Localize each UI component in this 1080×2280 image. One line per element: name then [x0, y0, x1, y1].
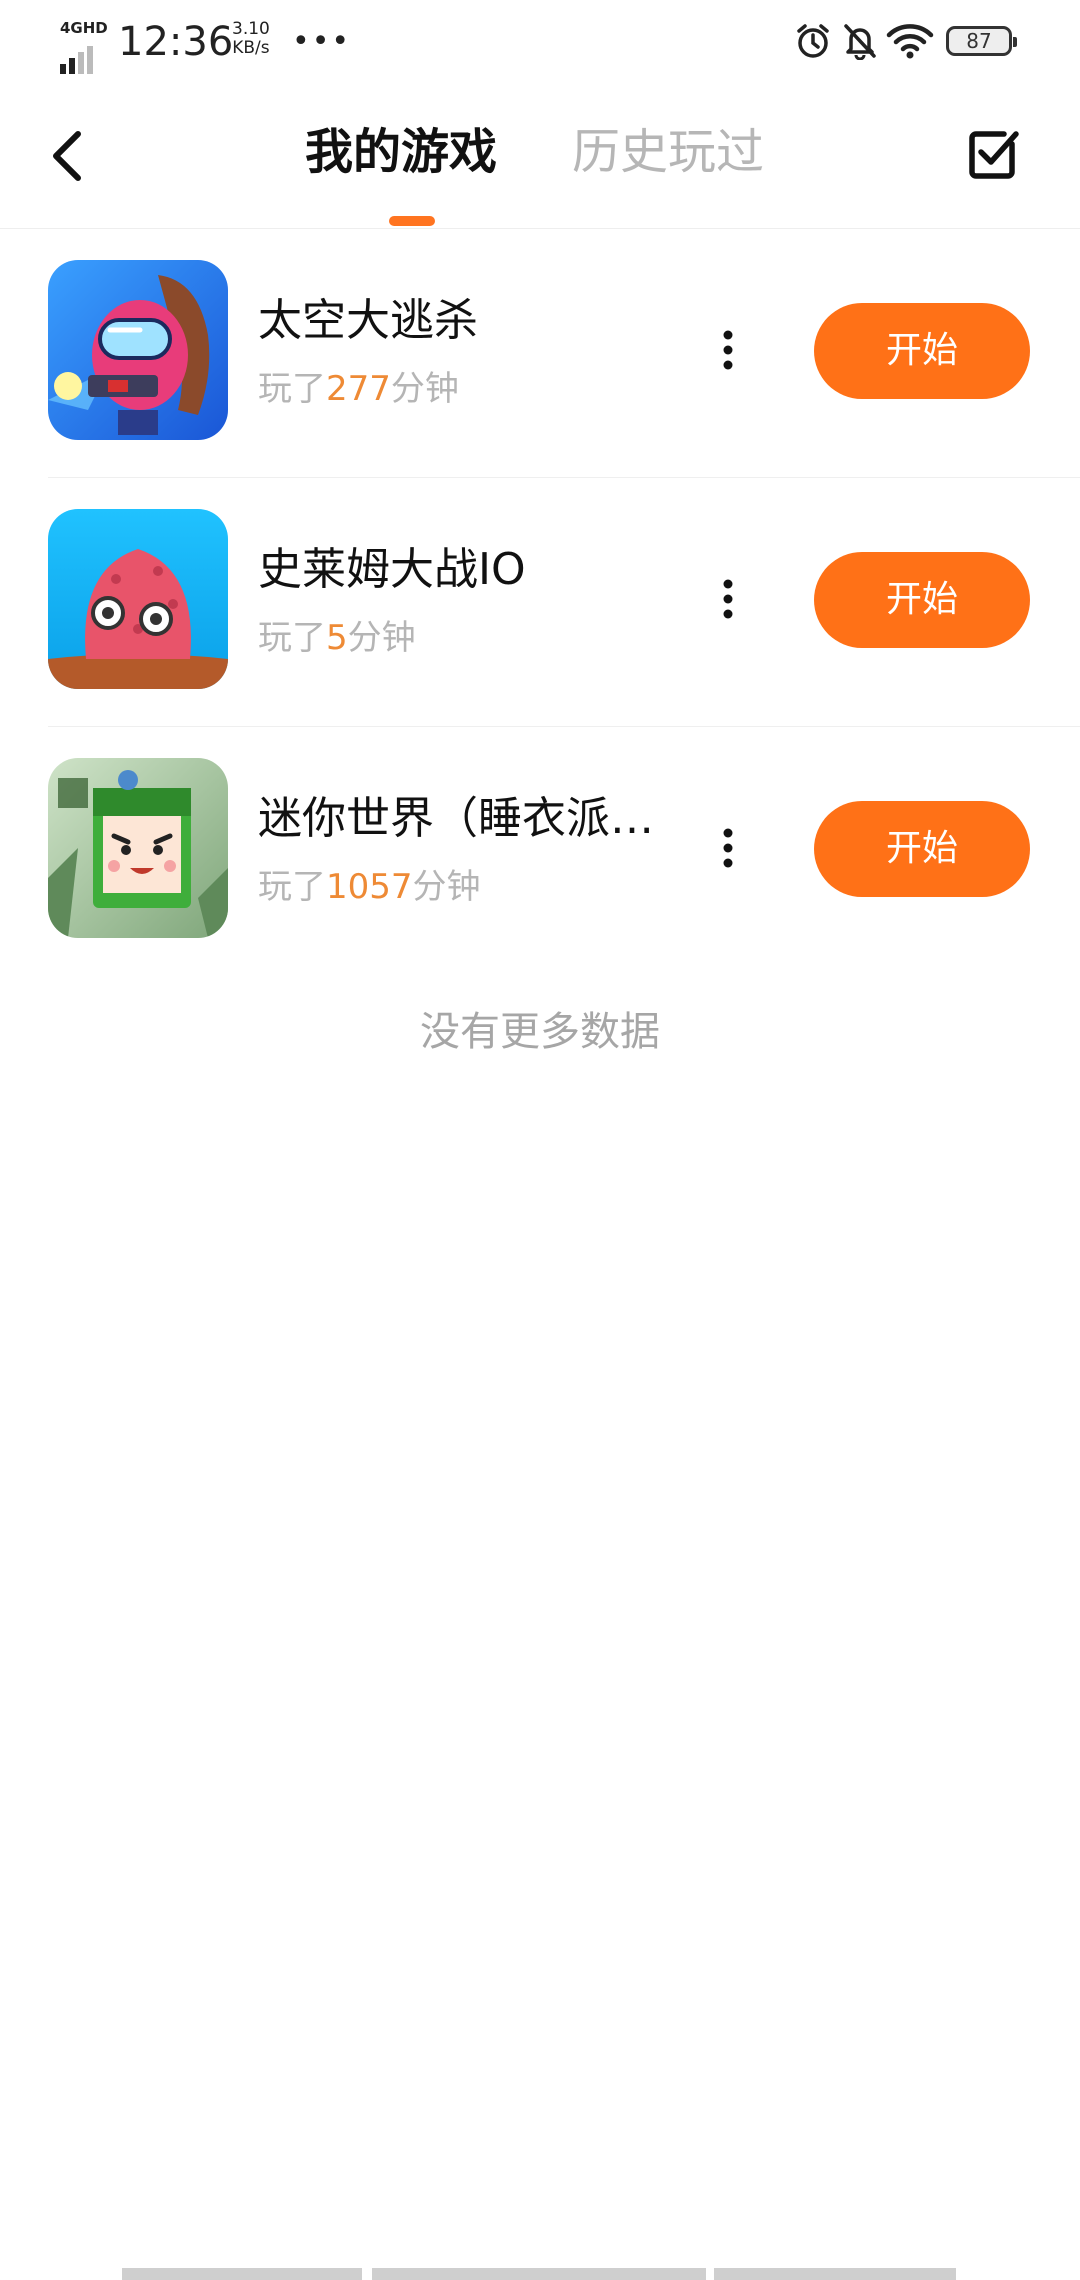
checkbox-edit-icon	[969, 131, 1019, 179]
start-button[interactable]: 开始	[814, 303, 1030, 399]
play-time-minutes: 1057	[326, 867, 413, 907]
play-time-suffix: 分钟	[347, 618, 416, 658]
play-time: 玩了277分钟	[258, 367, 459, 411]
more-options-button[interactable]	[708, 309, 748, 389]
status-bar: 4GHD 12:36 3.10 KB/s ••• 87	[0, 0, 1080, 84]
tab-my-games[interactable]: 我的游戏	[305, 122, 497, 182]
my-games-screen: 4GHD 12:36 3.10 KB/s ••• 87 我的游戏 历史玩过 太空…	[0, 0, 1080, 2280]
game-name: 太空大逃杀	[258, 295, 478, 346]
mini-world-icon[interactable]	[48, 758, 228, 938]
play-time-minutes: 277	[326, 369, 391, 409]
network-speed: 3.10 KB/s	[232, 20, 270, 58]
play-time-prefix: 玩了	[258, 369, 326, 409]
back-arrow-icon	[53, 131, 81, 181]
more-notifications-icon: •••	[292, 24, 352, 59]
game-name: 迷你世界（睡衣派…	[258, 793, 654, 844]
start-button[interactable]: 开始	[814, 801, 1030, 897]
alarm-icon	[794, 22, 832, 64]
active-tab-indicator	[389, 216, 435, 226]
speed-value: 3.10	[232, 19, 270, 39]
battery-indicator: 87	[946, 26, 1017, 56]
nav-hint-bar	[372, 2268, 706, 2280]
clock: 12:36	[118, 19, 234, 65]
game-list: 太空大逃杀 玩了277分钟 开始 史莱姆大战IO 玩了5分钟 开始 迷你世界（睡…	[0, 229, 1080, 975]
more-options-button[interactable]	[708, 558, 748, 638]
more-vertical-icon	[723, 828, 733, 868]
play-time-suffix: 分钟	[412, 867, 481, 907]
slime-io-icon[interactable]	[48, 509, 228, 689]
mute-bell-icon	[842, 22, 878, 64]
space-escape-icon[interactable]	[48, 260, 228, 440]
game-name: 史莱姆大战IO	[258, 544, 526, 595]
tab-history[interactable]: 历史玩过	[572, 122, 764, 182]
no-more-data-text: 没有更多数据	[420, 1009, 660, 1055]
play-time-minutes: 5	[326, 618, 348, 658]
manage-button[interactable]	[964, 124, 1024, 184]
game-item[interactable]: 史莱姆大战IO 玩了5分钟 开始	[48, 478, 1080, 727]
play-time-suffix: 分钟	[390, 369, 459, 409]
wifi-icon	[886, 24, 934, 64]
game-item[interactable]: 太空大逃杀 玩了277分钟 开始	[48, 229, 1080, 478]
nav-hint-bar	[122, 2268, 362, 2280]
more-vertical-icon	[723, 579, 733, 619]
start-button[interactable]: 开始	[814, 552, 1030, 648]
more-options-button[interactable]	[708, 807, 748, 887]
nav-hint-bar	[714, 2268, 956, 2280]
game-item[interactable]: 迷你世界（睡衣派… 玩了1057分钟 开始	[48, 727, 1080, 975]
network-type: 4GHD	[60, 19, 108, 37]
back-button[interactable]	[40, 120, 100, 190]
play-time: 玩了1057分钟	[258, 865, 481, 909]
play-time-prefix: 玩了	[258, 618, 326, 658]
signal-icon: 4GHD	[58, 19, 108, 74]
top-tab-bar: 我的游戏 历史玩过	[0, 100, 1080, 229]
play-time: 玩了5分钟	[258, 616, 416, 660]
speed-unit: KB/s	[232, 38, 270, 58]
more-vertical-icon	[723, 330, 733, 370]
play-time-prefix: 玩了	[258, 867, 326, 907]
